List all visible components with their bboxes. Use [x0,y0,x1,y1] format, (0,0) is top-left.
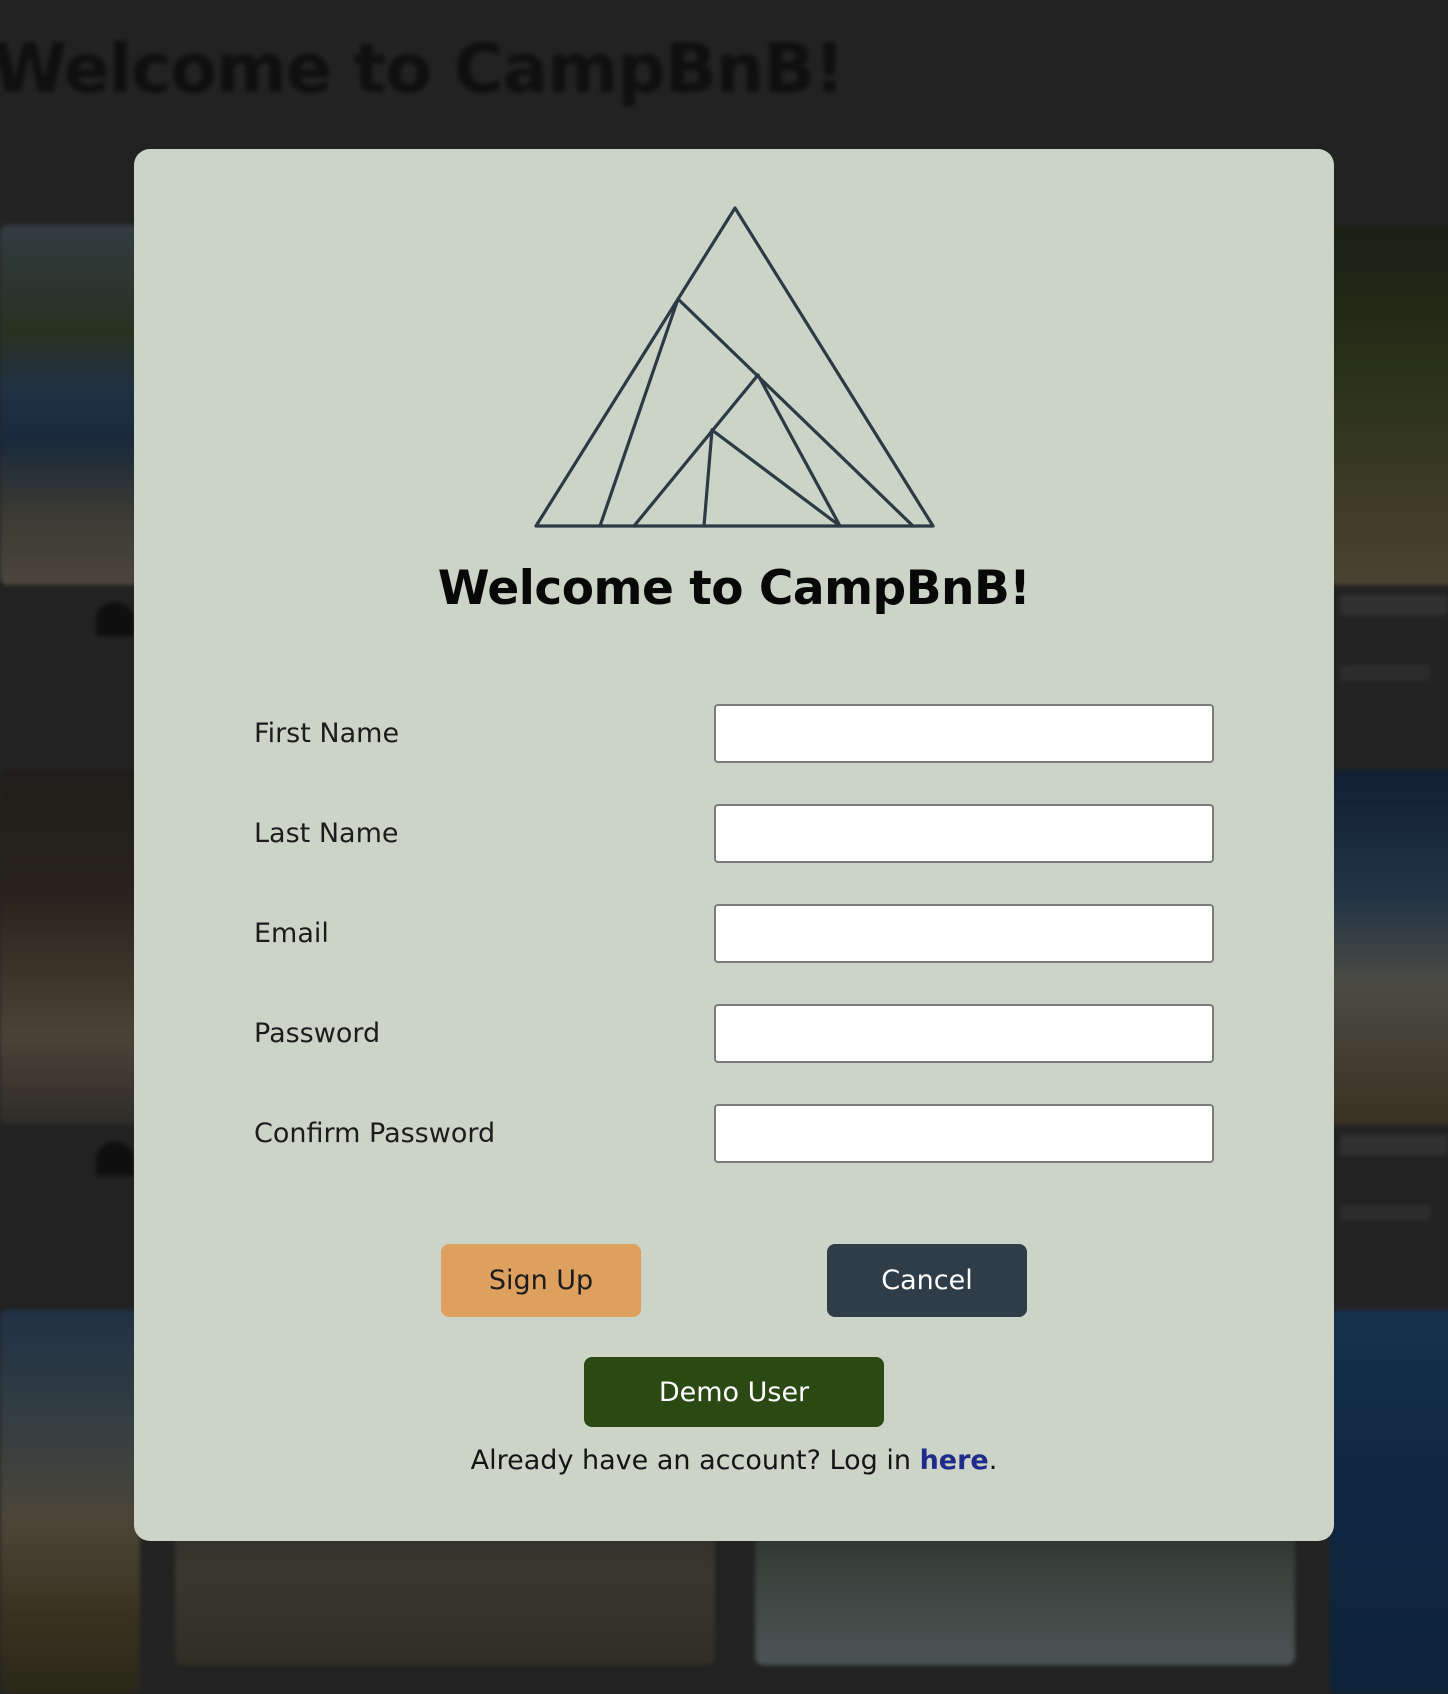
email-label: Email [254,918,329,949]
last-name-label: Last Name [254,818,399,849]
confirm-password-input[interactable] [714,1104,1214,1163]
login-prompt-text: Already have an account? Log in [470,1445,920,1476]
form-row-confirm-password: Confirm Password [134,1104,1334,1164]
login-link[interactable]: here [920,1445,989,1476]
password-input[interactable] [714,1004,1214,1063]
first-name-input[interactable] [714,704,1214,763]
email-input[interactable] [714,904,1214,963]
first-name-label: First Name [254,718,400,749]
form-row-email: Email [134,904,1334,964]
login-prompt-suffix: . [988,1445,998,1476]
last-name-input[interactable] [714,804,1214,863]
mountain-tent-logo-icon [534,206,935,528]
form-row-first-name: First Name [134,704,1334,764]
confirm-password-label: Confirm Password [254,1118,496,1149]
sign-up-button[interactable]: Sign Up [441,1244,641,1317]
form-row-password: Password [134,1004,1334,1064]
form-row-last-name: Last Name [134,804,1334,864]
password-label: Password [254,1018,381,1049]
demo-user-button[interactable]: Demo User [584,1357,884,1427]
cancel-button[interactable]: Cancel [827,1244,1027,1317]
modal-title: Welcome to CampBnB! [437,561,1031,616]
login-prompt: Already have an account? Log in here. [134,1445,1334,1476]
signup-modal: Welcome to CampBnB! First Name Last Name… [134,149,1334,1541]
